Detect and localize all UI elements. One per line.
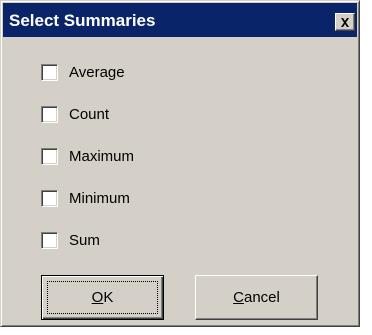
maximum-label: Maximum [69,147,135,165]
select-summaries-dialog: Select Summaries Average Count Maximum M… [0,0,360,327]
close-x-icon [340,17,350,27]
option-average[interactable]: Average [41,62,125,82]
option-minimum[interactable]: Minimum [41,188,130,208]
dialog-title: Select Summaries [9,11,156,30]
cancel-button-label: Cancel [233,289,280,306]
sum-label: Sum [69,231,100,249]
count-label: Count [69,105,110,123]
minimum-checkbox[interactable] [41,189,58,207]
count-checkbox[interactable] [41,105,58,123]
option-count[interactable]: Count [41,104,109,124]
ok-button-label: OK [91,289,114,306]
cancel-button[interactable]: Cancel [195,275,318,320]
option-maximum[interactable]: Maximum [41,146,134,166]
maximum-checkbox[interactable] [41,147,58,165]
title-bar[interactable]: Select Summaries [3,3,357,37]
option-sum[interactable]: Sum [41,230,100,250]
close-button[interactable] [335,13,355,31]
average-checkbox[interactable] [41,63,58,81]
sum-checkbox[interactable] [41,231,58,249]
minimum-label: Minimum [69,189,130,207]
ok-button[interactable]: OK [41,275,164,320]
average-label: Average [69,63,125,81]
